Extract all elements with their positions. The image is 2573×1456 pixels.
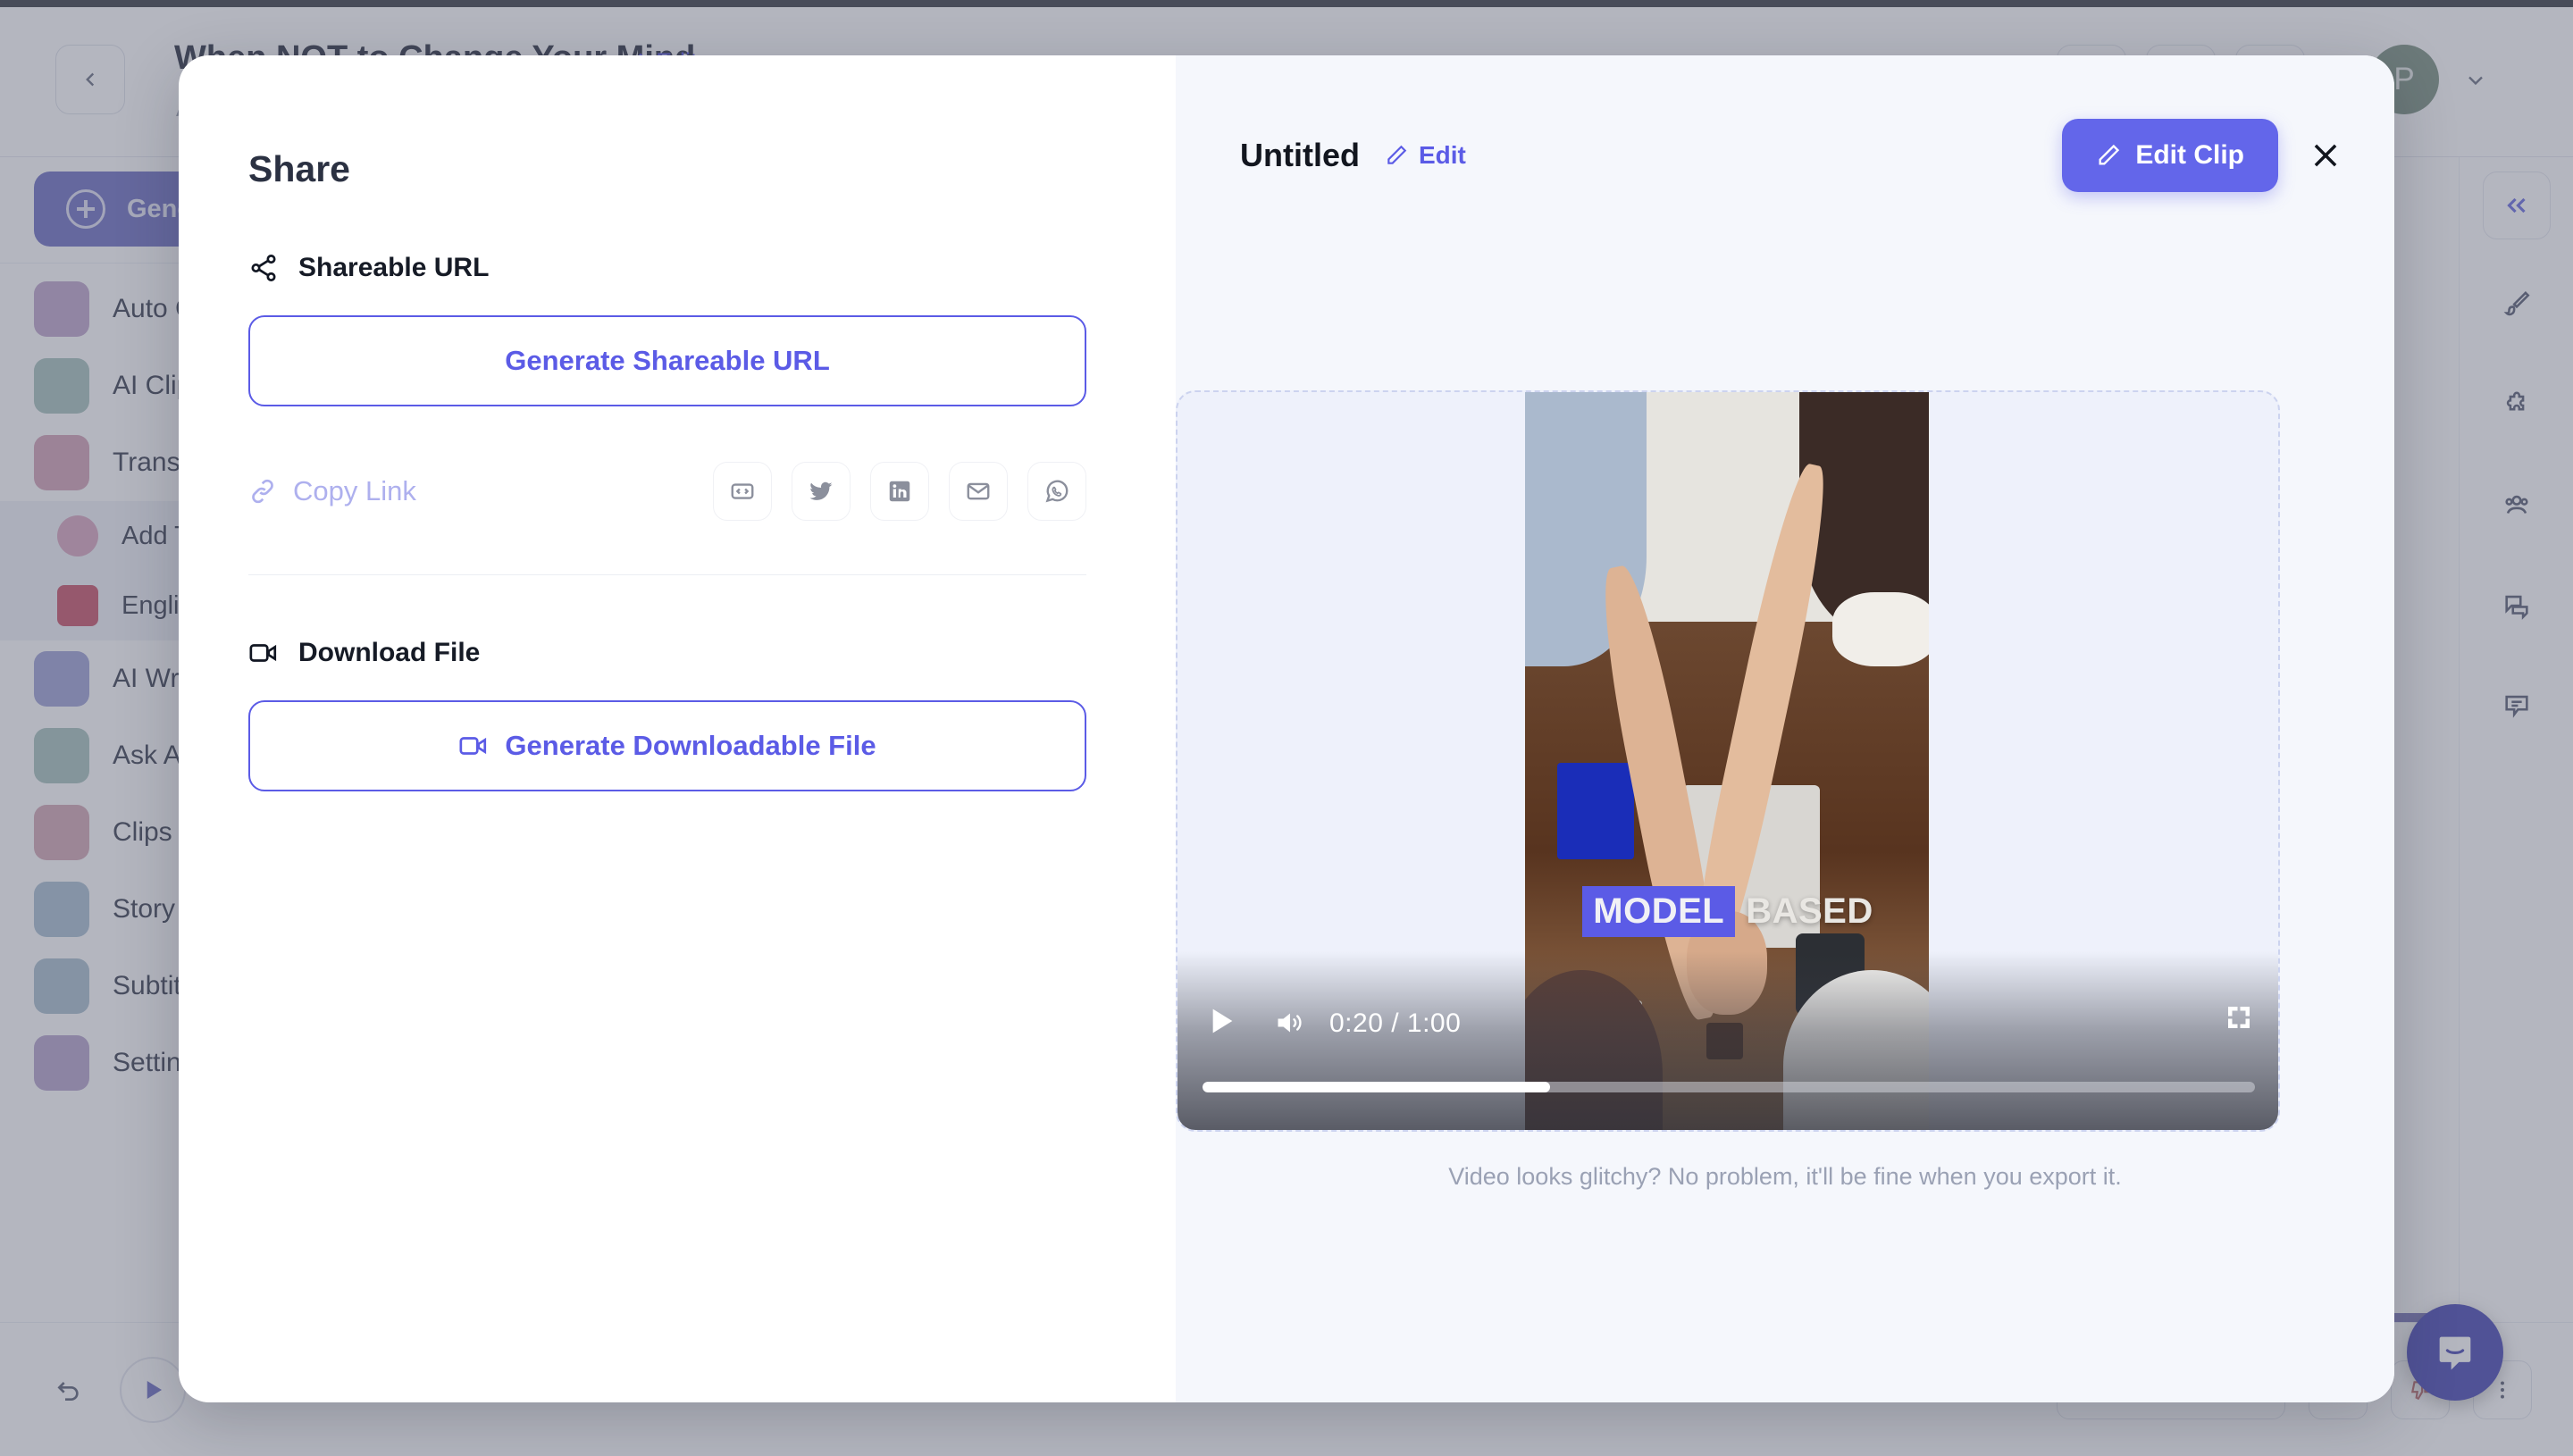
photo-person-right-shirt bbox=[1831, 592, 1929, 667]
share-panel: Share Shareable URL Generate Shareable U… bbox=[179, 55, 1176, 1402]
player-timecode: 0:20 / 1:00 bbox=[1329, 1008, 1462, 1038]
edit-clip-label: Edit Clip bbox=[2135, 140, 2244, 170]
download-file-heading-label: Download File bbox=[298, 638, 481, 667]
share-email-button[interactable] bbox=[949, 462, 1008, 521]
download-file-heading: Download File bbox=[248, 638, 1086, 668]
edit-clip-button[interactable]: Edit Clip bbox=[2062, 119, 2278, 192]
email-icon bbox=[967, 482, 990, 500]
share-twitter-button[interactable] bbox=[792, 462, 851, 521]
generate-downloadable-file-label: Generate Downloadable File bbox=[505, 730, 876, 761]
share-whatsapp-button[interactable] bbox=[1027, 462, 1086, 521]
shareable-url-heading: Shareable URL bbox=[248, 253, 1086, 283]
close-icon bbox=[2314, 144, 2337, 167]
volume-icon bbox=[1278, 1013, 1302, 1033]
player-progress-fill bbox=[1203, 1082, 1550, 1092]
video-preview-area: MODEL BASED 0:20 / 1:00 bbox=[1176, 390, 2280, 1132]
shareable-url-heading-label: Shareable URL bbox=[298, 253, 490, 282]
link-icon bbox=[252, 479, 273, 504]
video-camera-icon bbox=[249, 644, 277, 662]
clip-title: Untitled bbox=[1240, 137, 1360, 173]
play-icon bbox=[1212, 1008, 1233, 1033]
caption-highlight-word: MODEL bbox=[1582, 886, 1736, 937]
preview-header: Untitled Edit Edit Clip bbox=[1240, 118, 2343, 193]
fullscreen-icon bbox=[2228, 1007, 2250, 1028]
player-controls: 0:20 / 1:00 bbox=[1178, 951, 2278, 1130]
share-nodes-icon bbox=[251, 255, 276, 281]
pencil-icon bbox=[2099, 144, 2120, 165]
video-card[interactable]: MODEL BASED 0:20 / 1:00 bbox=[1176, 390, 2280, 1132]
whatsapp-icon bbox=[1045, 480, 1069, 503]
twitter-icon bbox=[809, 481, 833, 500]
generate-downloadable-file-button[interactable]: Generate Downloadable File bbox=[248, 700, 1086, 791]
player-volume-button[interactable] bbox=[1274, 1007, 1306, 1043]
preview-panel: Untitled Edit Edit Clip MODEL BASED 0:20… bbox=[1176, 55, 2394, 1402]
copy-link-button[interactable]: Copy Link bbox=[248, 475, 416, 507]
section-divider bbox=[248, 574, 1086, 575]
player-fullscreen-button[interactable] bbox=[2223, 1001, 2255, 1038]
photo-tablet bbox=[1557, 763, 1635, 859]
player-progress-bar[interactable] bbox=[1203, 1082, 2255, 1092]
share-linkedin-button[interactable] bbox=[870, 462, 929, 521]
social-share-buttons bbox=[713, 462, 1086, 521]
video-glitch-note: Video looks glitchy? No problem, it'll b… bbox=[1448, 1163, 2122, 1190]
clip-title-edit-label: Edit bbox=[1418, 141, 1466, 169]
video-camera-icon bbox=[459, 737, 487, 755]
clip-title-edit-button[interactable]: Edit bbox=[1385, 141, 1466, 170]
copy-link-label: Copy Link bbox=[293, 475, 416, 506]
close-modal-button[interactable] bbox=[2309, 138, 2343, 172]
copy-link-row: Copy Link bbox=[248, 462, 1086, 521]
generate-shareable-url-label: Generate Shareable URL bbox=[505, 345, 830, 376]
caption-overlay: MODEL BASED bbox=[1178, 886, 2278, 937]
share-embed-button[interactable] bbox=[713, 462, 772, 521]
share-title: Share bbox=[248, 148, 350, 189]
embed-code-icon bbox=[731, 483, 754, 499]
pencil-icon bbox=[1387, 145, 1407, 164]
caption-rest-word: BASED bbox=[1746, 891, 1873, 931]
player-play-button[interactable] bbox=[1203, 1003, 1238, 1043]
generate-shareable-url-button[interactable]: Generate Shareable URL bbox=[248, 315, 1086, 406]
share-modal: Share Shareable URL Generate Shareable U… bbox=[179, 55, 2394, 1402]
linkedin-icon bbox=[889, 481, 910, 502]
